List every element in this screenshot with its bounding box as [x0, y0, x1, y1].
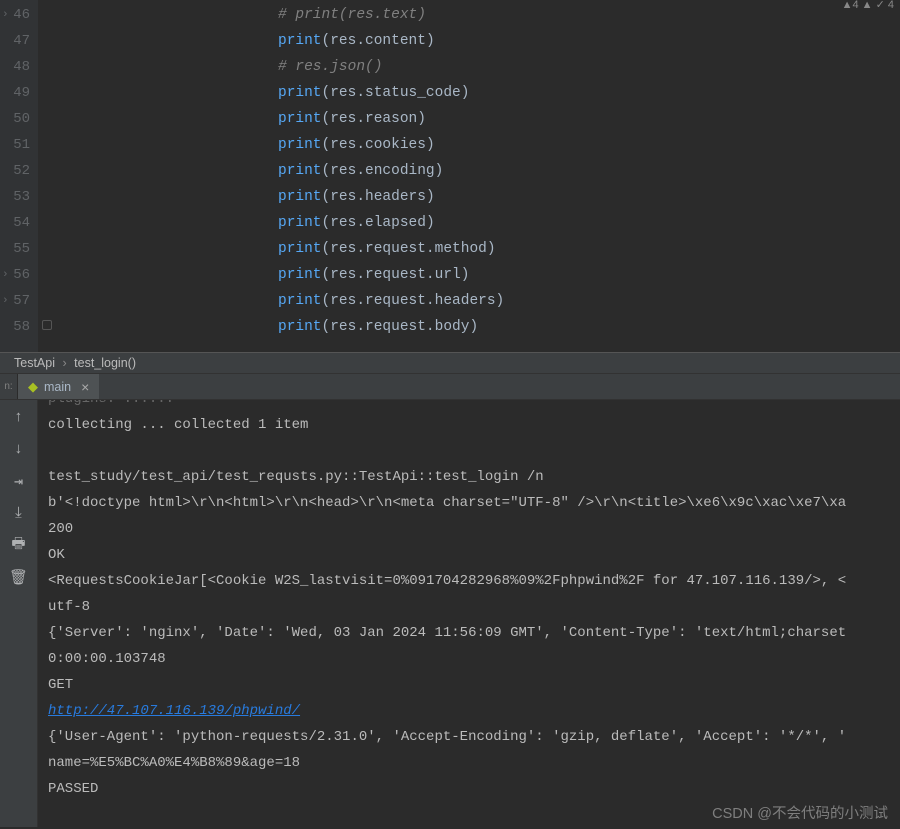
- fold-column: [38, 0, 60, 352]
- arrow-down-icon[interactable]: ↓: [6, 436, 32, 462]
- tab-prefix: n:: [0, 374, 18, 399]
- python-icon: ◆: [28, 379, 38, 395]
- breadcrumb-class[interactable]: TestApi: [14, 356, 55, 370]
- arrow-up-icon[interactable]: ↑: [6, 404, 32, 430]
- console-tool-column: ↑ ↓ ⇥ ⤓ 🖶 🗑: [0, 400, 38, 827]
- scroll-end-icon[interactable]: ⤓: [6, 500, 32, 526]
- tab-main[interactable]: ◆ main ×: [18, 374, 99, 399]
- code-area[interactable]: # print(res.text)print(res.content)# res…: [60, 0, 900, 352]
- breadcrumb[interactable]: TestApi › test_login(): [0, 352, 900, 374]
- code-editor[interactable]: ▲4 ▲ ✓ 4 46›47484950515253545556›57›58 #…: [0, 0, 900, 352]
- tab-label: main: [44, 380, 71, 394]
- soft-wrap-icon[interactable]: ⇥: [6, 468, 32, 494]
- trash-icon[interactable]: 🗑: [6, 564, 32, 590]
- fold-chevron-icon[interactable]: ›: [2, 288, 9, 314]
- top-right-badges: ▲4 ▲ ✓ 4: [842, 0, 894, 11]
- line-number-gutter: 46›47484950515253545556›57›58: [0, 0, 38, 352]
- print-icon[interactable]: 🖶: [6, 532, 32, 558]
- close-icon[interactable]: ×: [81, 379, 89, 395]
- console-link[interactable]: http://47.107.116.139/phpwind/: [48, 703, 300, 719]
- run-tabs: n: ◆ main ×: [0, 374, 900, 400]
- fold-end-marker: [42, 320, 52, 330]
- fold-chevron-icon[interactable]: ›: [2, 262, 9, 288]
- console-output[interactable]: plugins: ......collecting ... collected …: [38, 400, 900, 827]
- breadcrumb-method[interactable]: test_login(): [74, 356, 136, 370]
- watermark: CSDN @不会代码的小测试: [712, 802, 888, 823]
- breadcrumb-separator: ›: [62, 356, 66, 370]
- fold-chevron-icon[interactable]: ›: [2, 2, 9, 28]
